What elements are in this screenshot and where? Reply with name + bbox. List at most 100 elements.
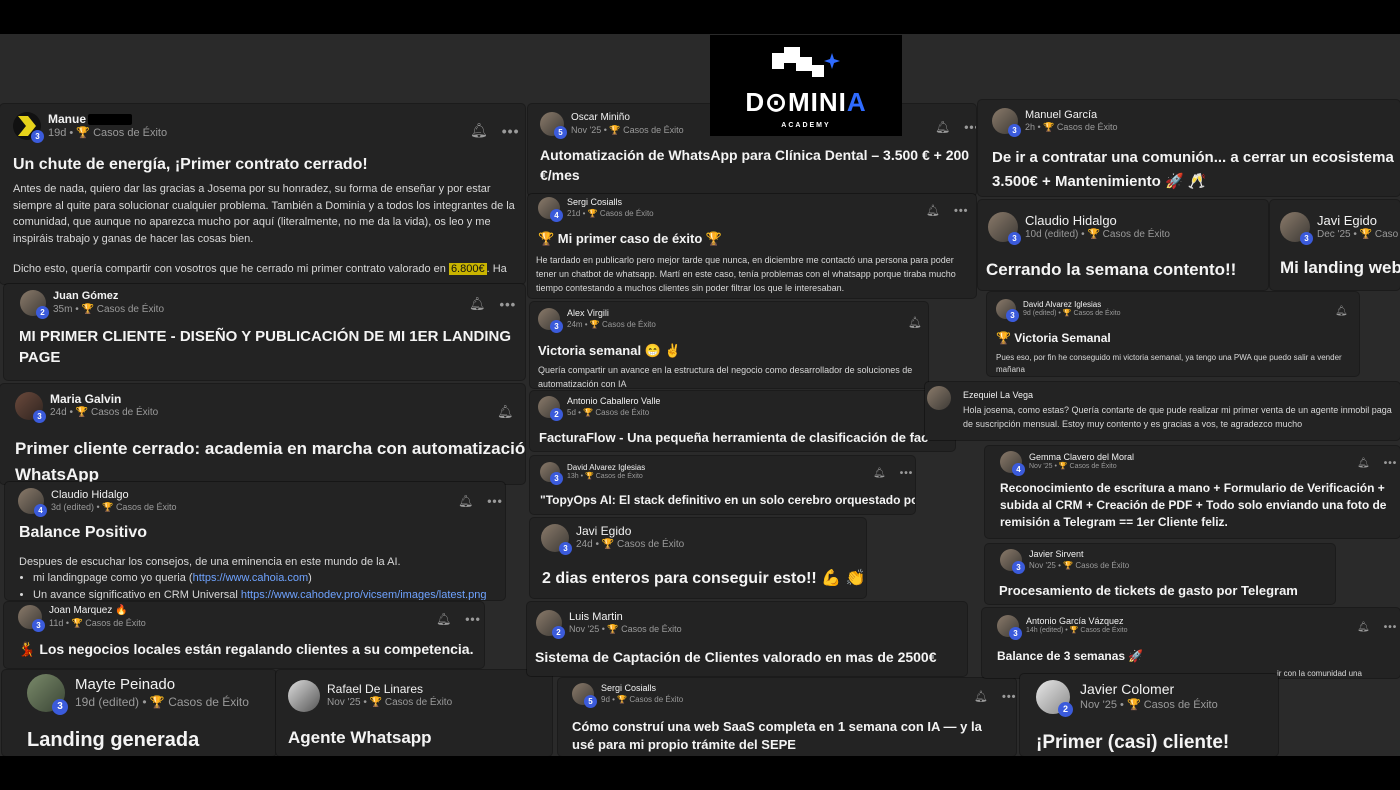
author-name[interactable]: Ezequiel La Vega — [963, 390, 1033, 400]
more-icon[interactable]: ••• — [502, 123, 520, 139]
bell-icon[interactable]: 🔔︎ — [497, 404, 514, 420]
bell-icon[interactable]: 🔔︎ — [908, 316, 922, 329]
bell-icon[interactable]: 🔔︎ — [974, 690, 988, 703]
post-card-david-victoria[interactable]: 3 David Alvarez Iglesias 9d (edited) • 🏆… — [987, 292, 1359, 376]
author-name[interactable]: Mayte Peinado — [75, 676, 249, 695]
more-icon[interactable]: ••• — [500, 297, 517, 312]
author-name[interactable]: Maria Galvin — [50, 392, 158, 407]
bell-icon[interactable]: 🔔︎ — [873, 468, 886, 479]
more-icon[interactable]: ••• — [1002, 691, 1016, 703]
post-card-sergi-saas[interactable]: 5 Sergi Cosialls 9d • 🏆 Casos de Éxito 🔔… — [558, 678, 1016, 756]
author-name[interactable]: Rafael De Linares — [327, 682, 452, 697]
post-title[interactable]: Sistema de Captación de Clientes valorad… — [535, 648, 965, 668]
author-name[interactable]: David Alvarez Iglesias — [567, 463, 645, 473]
post-title[interactable]: Balance Positivo — [19, 522, 147, 544]
post-card-sergi-primer[interactable]: 4 Sergi Cosialls 21d • 🏆 Casos de Éxito … — [528, 194, 976, 298]
post-title[interactable]: Automatización de WhatsApp para Clínica … — [540, 146, 970, 185]
author-name[interactable]: Antonio Caballero Valle — [567, 396, 660, 407]
more-icon[interactable]: ••• — [1384, 458, 1398, 469]
post-title[interactable]: Agente Whatsapp — [288, 726, 432, 750]
post-title[interactable]: 2 dias enteros para conseguir esto!! 💪 👏 — [542, 568, 865, 590]
more-icon[interactable]: ••• — [487, 494, 503, 508]
post-title[interactable]: FacturaFlow - Una pequeña herramienta de… — [539, 429, 955, 447]
post-card-mayte[interactable]: 3 Mayte Peinado 19d (edited) • 🏆 Casos d… — [2, 670, 276, 756]
post-card-javi-landing[interactable]: 3 Javi Egido Dec '25 • 🏆 Caso Mi landing… — [1270, 200, 1400, 290]
more-icon[interactable]: ••• — [964, 120, 976, 134]
bell-icon[interactable]: 🔔︎ — [1357, 458, 1370, 469]
author-name[interactable]: Luis Martin — [569, 611, 682, 625]
bell-icon[interactable]: 🔔︎ — [469, 296, 486, 312]
post-card-manuel[interactable]: 3 Manue 19d • 🏆 Casos de Éxito 🔔︎ ••• Un… — [0, 104, 525, 284]
post-title[interactable]: 🏆 Mi primer caso de éxito 🏆 — [538, 230, 722, 248]
post-card-gemma[interactable]: 4 Gemma Clavero del Moral Nov '25 • 🏆 Ca… — [985, 446, 1400, 538]
trophy-icon: 🏆 — [1069, 627, 1079, 635]
post-title[interactable]: ¡Primer (casi) cliente! — [1036, 730, 1229, 756]
post-title[interactable]: Cerrando la semana contento!! — [986, 258, 1236, 282]
author-name[interactable]: Sergi Cosialls — [601, 683, 683, 694]
bell-icon[interactable]: 🔔︎ — [1357, 622, 1370, 633]
author-name[interactable]: Antonio García Vázquez — [1026, 616, 1127, 627]
bell-icon[interactable]: 🔔︎ — [470, 122, 488, 139]
post-title[interactable]: 💃 Los negocios locales están regalando c… — [18, 640, 484, 660]
post-card-javier-colomer[interactable]: 2 Javier Colomer Nov '25 • 🏆 Casos de Éx… — [1020, 674, 1278, 756]
author-name[interactable]: Claudio Hidalgo — [1025, 213, 1170, 229]
trophy-icon: 🏆 — [587, 208, 598, 218]
post-title[interactable]: Cómo construí una web SaaS completa en 1… — [572, 718, 1002, 754]
more-icon[interactable]: ••• — [900, 468, 914, 479]
post-card-javi-2dias[interactable]: 3 Javi Egido 24d • 🏆 Casos de Éxito 2 di… — [530, 518, 866, 598]
author-name[interactable]: Javier Sirvent — [1029, 549, 1129, 560]
more-icon[interactable]: ••• — [1384, 622, 1398, 633]
post-title[interactable]: Un chute de energía, ¡Primer contrato ce… — [13, 154, 518, 176]
post-title[interactable]: Mi landing web — [1280, 256, 1400, 280]
post-title[interactable]: Victoria semanal 😁 ✌ — [538, 342, 681, 360]
post-title[interactable]: Primer cliente cerrado: academia en marc… — [15, 436, 525, 484]
post-title[interactable]: De ir a contratar una comunión... a cerr… — [992, 146, 1400, 194]
post-card-maria[interactable]: 3 Maria Galvin 24d • 🏆 Casos de Éxito 🔔︎… — [0, 384, 525, 484]
trophy-icon: 🏆 — [369, 697, 383, 709]
author-name[interactable]: Joan Marquez 🔥 — [49, 605, 146, 618]
bell-icon[interactable]: 🔔︎ — [458, 494, 473, 508]
link[interactable]: https://www.cahodev.pro/vicsem/images/la… — [241, 589, 487, 601]
author-name[interactable]: Oscar Miniño — [571, 112, 684, 125]
post-card-javier-sirvent[interactable]: 3 Javier Sirvent Nov '25 • 🏆 Casos de Éx… — [985, 544, 1335, 604]
bell-icon[interactable]: 🔔︎ — [935, 120, 950, 134]
trophy-icon: 🏆 — [102, 502, 114, 513]
author-name[interactable]: Manue — [48, 112, 86, 126]
post-card-antonio-caballero[interactable]: 2 Antonio Caballero Valle 5d • 🏆 Casos d… — [530, 391, 955, 451]
post-title[interactable]: Procesamiento de tickets de gasto por Te… — [999, 582, 1335, 600]
bell-icon[interactable]: 🔔︎ — [926, 204, 940, 217]
post-card-alex[interactable]: 3 Alex Virgili 24m • 🏆 Casos de Éxito 🔔︎… — [530, 302, 928, 388]
author-name[interactable]: Javier Colomer — [1080, 681, 1218, 699]
bell-icon[interactable]: 🔔︎ — [436, 612, 451, 626]
author-name[interactable]: Gemma Clavero del Moral — [1029, 452, 1134, 463]
author-name[interactable]: Javi Egido — [576, 524, 684, 539]
more-icon[interactable]: ••• — [954, 205, 969, 217]
more-icon[interactable]: ••• — [465, 612, 481, 626]
post-title[interactable]: Landing generada — [27, 726, 199, 754]
post-card-joan[interactable]: 3 Joan Marquez 🔥 11d • 🏆 Casos de Éxito … — [4, 602, 484, 668]
post-card-antonio-garcia[interactable]: 3 Antonio García Vázquez 14h (edited) • … — [982, 608, 1400, 678]
post-card-luis[interactable]: 2 Luis Martin Nov '25 • 🏆 Casos de Éxito… — [527, 602, 967, 676]
post-card-manuel-garcia[interactable]: 3 Manuel García 2h • 🏆 Casos de Éxito De… — [978, 100, 1400, 196]
post-title[interactable]: "TopyOps AI: El stack definitivo en un s… — [540, 492, 915, 509]
author-name[interactable]: Juan Gómez — [53, 290, 164, 304]
logo-subtitle: ACADEMY — [781, 121, 831, 129]
post-card-rafael[interactable]: Rafael De Linares Nov '25 • 🏆 Casos de É… — [276, 670, 552, 756]
link[interactable]: https://www.cahoia.com — [193, 572, 309, 584]
post-title[interactable]: 🏆 Victoria Semanal — [996, 330, 1111, 347]
post-card-ezequiel[interactable]: Ezequiel La Vega Hola josema, como estas… — [925, 382, 1400, 440]
post-title[interactable]: Balance de 3 semanas 🚀 — [997, 648, 1143, 665]
post-card-juan[interactable]: 2 Juan Gómez 35m • 🏆 Casos de Éxito 🔔︎ ••… — [4, 284, 525, 380]
post-title[interactable]: MI PRIMER CLIENTE - DISEÑO Y PUBLICACIÓN… — [19, 326, 519, 368]
bell-icon[interactable]: 🔔︎ — [1335, 306, 1348, 317]
author-name[interactable]: David Alvarez Iglesias — [1023, 300, 1121, 310]
post-card-david-topyops[interactable]: 3 David Alvarez Iglesias 13h • 🏆 Casos d… — [530, 456, 915, 514]
author-name[interactable]: Claudio Hidalgo — [51, 489, 176, 503]
post-title[interactable]: Reconocimiento de escritura a mano + For… — [1000, 480, 1392, 530]
author-name[interactable]: Alex Virgili — [567, 308, 656, 319]
author-name[interactable]: Sergi Cosialls — [567, 197, 654, 208]
author-name[interactable]: Manuel García — [1025, 109, 1117, 123]
post-card-claudio-balance[interactable]: 4 Claudio Hidalgo 3d (edited) • 🏆 Casos … — [5, 482, 505, 600]
author-name[interactable]: Javi Egido — [1317, 213, 1398, 229]
post-card-claudio-cerrando[interactable]: 3 Claudio Hidalgo 10d (edited) • 🏆 Casos… — [978, 200, 1268, 290]
